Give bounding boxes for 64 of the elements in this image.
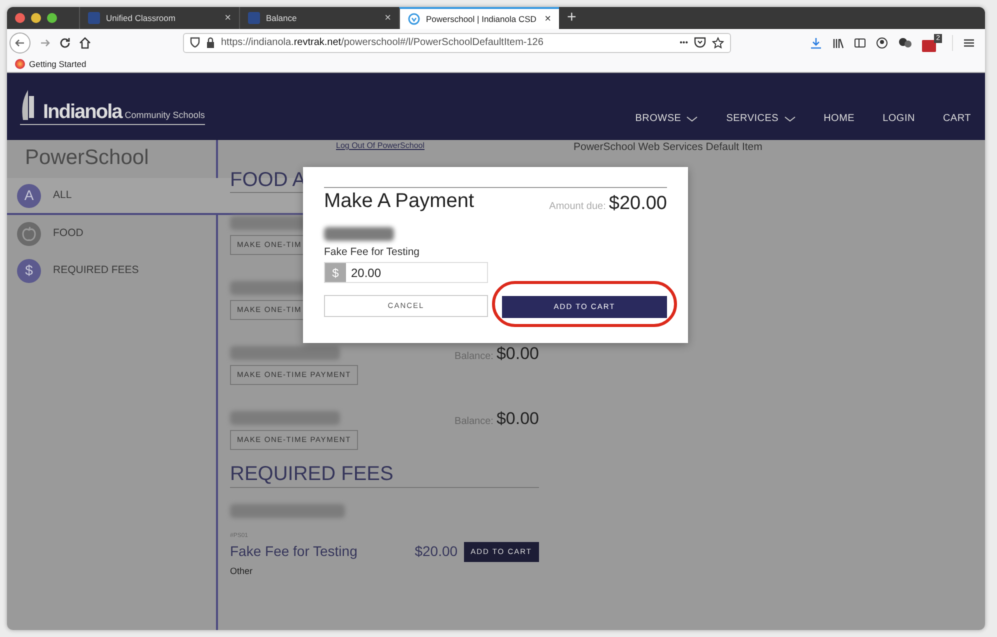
bookmark-link[interactable]: Getting Started xyxy=(15,58,86,70)
close-window-icon[interactable] xyxy=(15,13,25,23)
forward-icon[interactable] xyxy=(39,36,51,48)
library-icon[interactable] xyxy=(832,36,844,48)
browser-tab[interactable]: Powerschool | Indianola CSD × xyxy=(399,7,559,29)
amount-due: $20.00 xyxy=(608,192,667,216)
minimize-window-icon[interactable] xyxy=(31,13,41,23)
home-icon[interactable] xyxy=(79,36,91,48)
nav-link[interactable]: SERVICES xyxy=(726,111,796,126)
fee-name: Fake Fee for Testing xyxy=(230,542,358,561)
shield-icon xyxy=(408,13,420,25)
close-tab-icon[interactable]: × xyxy=(384,10,391,26)
logo-name: Indianola xyxy=(43,102,122,122)
balance-amount: $0.00 xyxy=(496,344,539,362)
section-heading: REQUIRED FEES xyxy=(230,461,539,488)
sidebar-title: PowerSchool xyxy=(24,145,150,171)
fee-price: $20.00 xyxy=(414,542,458,561)
nav-link[interactable]: CART xyxy=(942,111,971,126)
close-tab-icon[interactable]: × xyxy=(224,10,231,26)
sidebar-item[interactable]: FOOD xyxy=(7,215,216,252)
currency-prefix: $ xyxy=(325,263,346,282)
star-icon[interactable] xyxy=(712,36,724,48)
item-title: PowerSchool Web Services Default Item xyxy=(574,140,762,155)
download-icon[interactable] xyxy=(810,36,822,48)
extension-icon[interactable] xyxy=(898,36,912,48)
nav-link[interactable]: BROWSE xyxy=(635,111,698,126)
sidebar-icon[interactable] xyxy=(854,36,866,48)
p-logo-icon xyxy=(248,12,260,24)
balance-amount: $0.00 xyxy=(496,410,539,426)
tab-title: Powerschool | Indianola CSD xyxy=(426,12,538,26)
logo-subtitle: Community Schools xyxy=(124,111,205,120)
new-tab-button[interactable]: + xyxy=(559,7,584,29)
close-tab-icon[interactable]: × xyxy=(544,10,551,28)
p-logo-icon xyxy=(88,12,100,24)
sidebar-label: ALL xyxy=(53,188,72,203)
sidebar-label: FOOD xyxy=(53,226,84,241)
more-icon[interactable]: ••• xyxy=(680,36,688,48)
reload-icon[interactable] xyxy=(59,36,71,48)
category-icon: $ xyxy=(17,258,41,282)
nav-link[interactable]: HOME xyxy=(824,111,855,126)
shield-icon xyxy=(190,37,200,48)
amount-field[interactable]: $ 20.00 xyxy=(324,262,488,284)
pocket-icon[interactable] xyxy=(694,37,706,48)
fee-label: Fake Fee for Testing xyxy=(324,244,421,260)
category-icon: A xyxy=(17,184,41,208)
zoom-window-icon[interactable] xyxy=(47,13,57,23)
sidebar-item[interactable]: $ REQUIRED FEES xyxy=(7,252,216,289)
logout-link[interactable]: Log Out Of PowerSchool xyxy=(336,140,424,152)
tab-title: Balance xyxy=(266,12,298,24)
amount-due-label: Amount due: xyxy=(549,200,606,214)
fee-category: Other xyxy=(230,565,254,578)
firefox-logo-icon xyxy=(15,59,25,69)
menu-icon[interactable] xyxy=(963,36,975,48)
school-logo[interactable]: Indianola Community Schools xyxy=(20,88,205,125)
back-icon[interactable] xyxy=(9,32,31,54)
account-icon[interactable] xyxy=(876,36,888,48)
url-field[interactable]: https://indianola.revtrak.net/powerschool#/l/PowerSchoolDefaultItem-126 ••• xyxy=(183,32,731,52)
lock-icon xyxy=(206,37,215,48)
url-text: https://indianola.revtrak.net/powerschool#/l/PowerSchoolDefaultItem-126 xyxy=(221,36,544,50)
amount-value: 20.00 xyxy=(350,264,382,282)
apple-icon xyxy=(17,222,41,246)
tab-title: Unified Classroom xyxy=(106,12,176,24)
sidebar-label: REQUIRED FEES xyxy=(53,262,139,278)
nav-link[interactable]: LOGIN xyxy=(882,111,915,126)
